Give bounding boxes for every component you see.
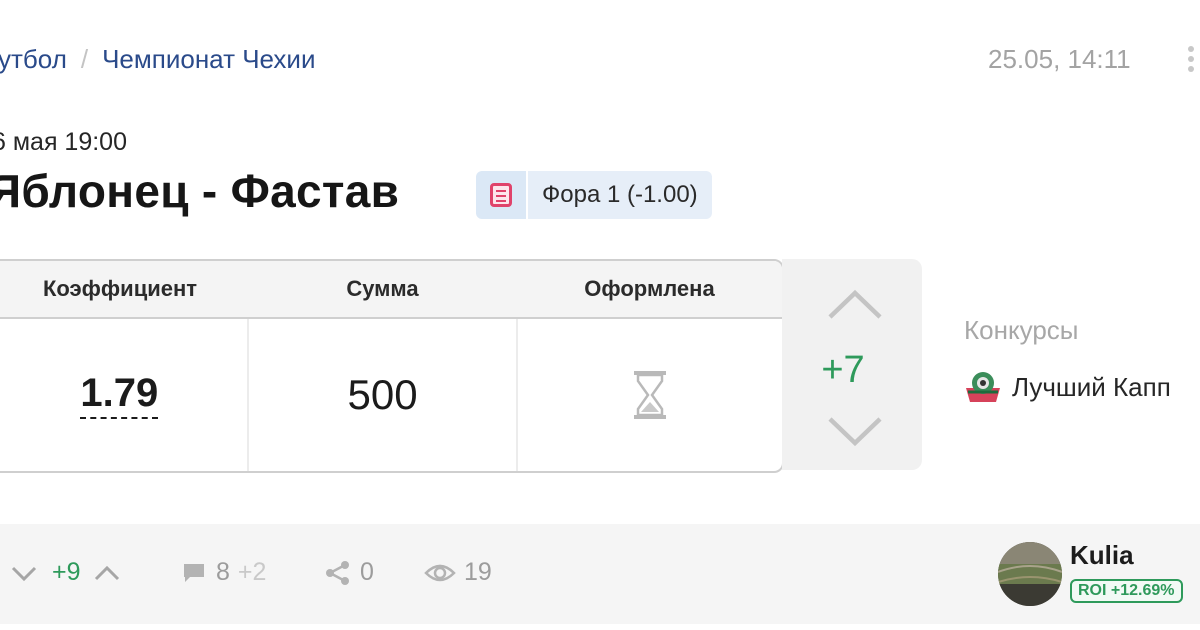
bet-type-badge: Фора 1 (-1.00) <box>476 171 712 219</box>
more-options-icon[interactable] <box>1188 46 1200 76</box>
breadcrumb-league-link[interactable]: Чемпионат Чехии <box>102 44 315 74</box>
comments-count: 8 <box>216 558 230 586</box>
bet-table: Коэффициент Сумма Оформлена 1.79 500 <box>0 259 784 473</box>
contest-badge-icon <box>966 372 1000 402</box>
eye-icon <box>424 564 456 581</box>
avatar[interactable] <box>998 542 1062 606</box>
post-footer: +9 8 +2 0 19 Kulia ROI +12.69% <box>0 524 1200 624</box>
comment-icon <box>184 563 204 582</box>
share-icon <box>326 560 349 585</box>
vote-count: +7 <box>821 349 865 391</box>
match-title[interactable]: Яблонец - Фастав <box>0 164 399 218</box>
rating-value: +9 <box>52 558 81 586</box>
breadcrumb: утбол / Чемпионат Чехии <box>0 44 315 75</box>
views-count: 19 <box>464 558 492 586</box>
odds-header: Коэффициент <box>42 276 198 301</box>
match-date: 6 мая 19:00 <box>0 128 127 156</box>
rating-control: +9 <box>10 558 121 587</box>
amount-value: 500 <box>347 371 418 418</box>
odds-value[interactable]: 1.79 <box>80 371 159 419</box>
bet-table-row: 1.79 500 <box>0 319 782 471</box>
breadcrumb-separator: / <box>80 44 89 74</box>
bet-table-header: Коэффициент Сумма Оформлена <box>0 261 782 319</box>
share-count: 0 <box>360 558 374 586</box>
downvote-chevron-icon[interactable] <box>825 415 885 449</box>
rating-up-icon[interactable] <box>93 563 121 583</box>
contest-item[interactable]: Лучший Капп <box>964 368 1171 406</box>
document-icon <box>490 183 512 207</box>
comments-new-count: +2 <box>237 558 267 586</box>
amount-header: Сумма <box>346 276 419 301</box>
views-counter: 19 <box>424 558 492 587</box>
roi-badge: ROI +12.69% <box>1070 579 1183 603</box>
vote-box: +7 <box>782 259 922 470</box>
rating-down-icon[interactable] <box>10 563 38 583</box>
breadcrumb-sport-link[interactable]: утбол <box>0 44 67 74</box>
share-counter[interactable]: 0 <box>324 558 374 587</box>
contests-label: Конкурсы <box>964 315 1079 345</box>
upvote-chevron-icon[interactable] <box>825 287 885 321</box>
contest-name: Лучший Капп <box>1012 371 1171 402</box>
author-name[interactable]: Kulia <box>1070 540 1134 571</box>
status-header: Оформлена <box>584 276 715 301</box>
comments-counter[interactable]: 8 +2 <box>182 558 266 587</box>
bet-type-label: Фора 1 (-1.00) <box>528 171 712 219</box>
post-timestamp: 25.05, 14:11 <box>988 44 1131 74</box>
hourglass-icon <box>634 371 667 419</box>
